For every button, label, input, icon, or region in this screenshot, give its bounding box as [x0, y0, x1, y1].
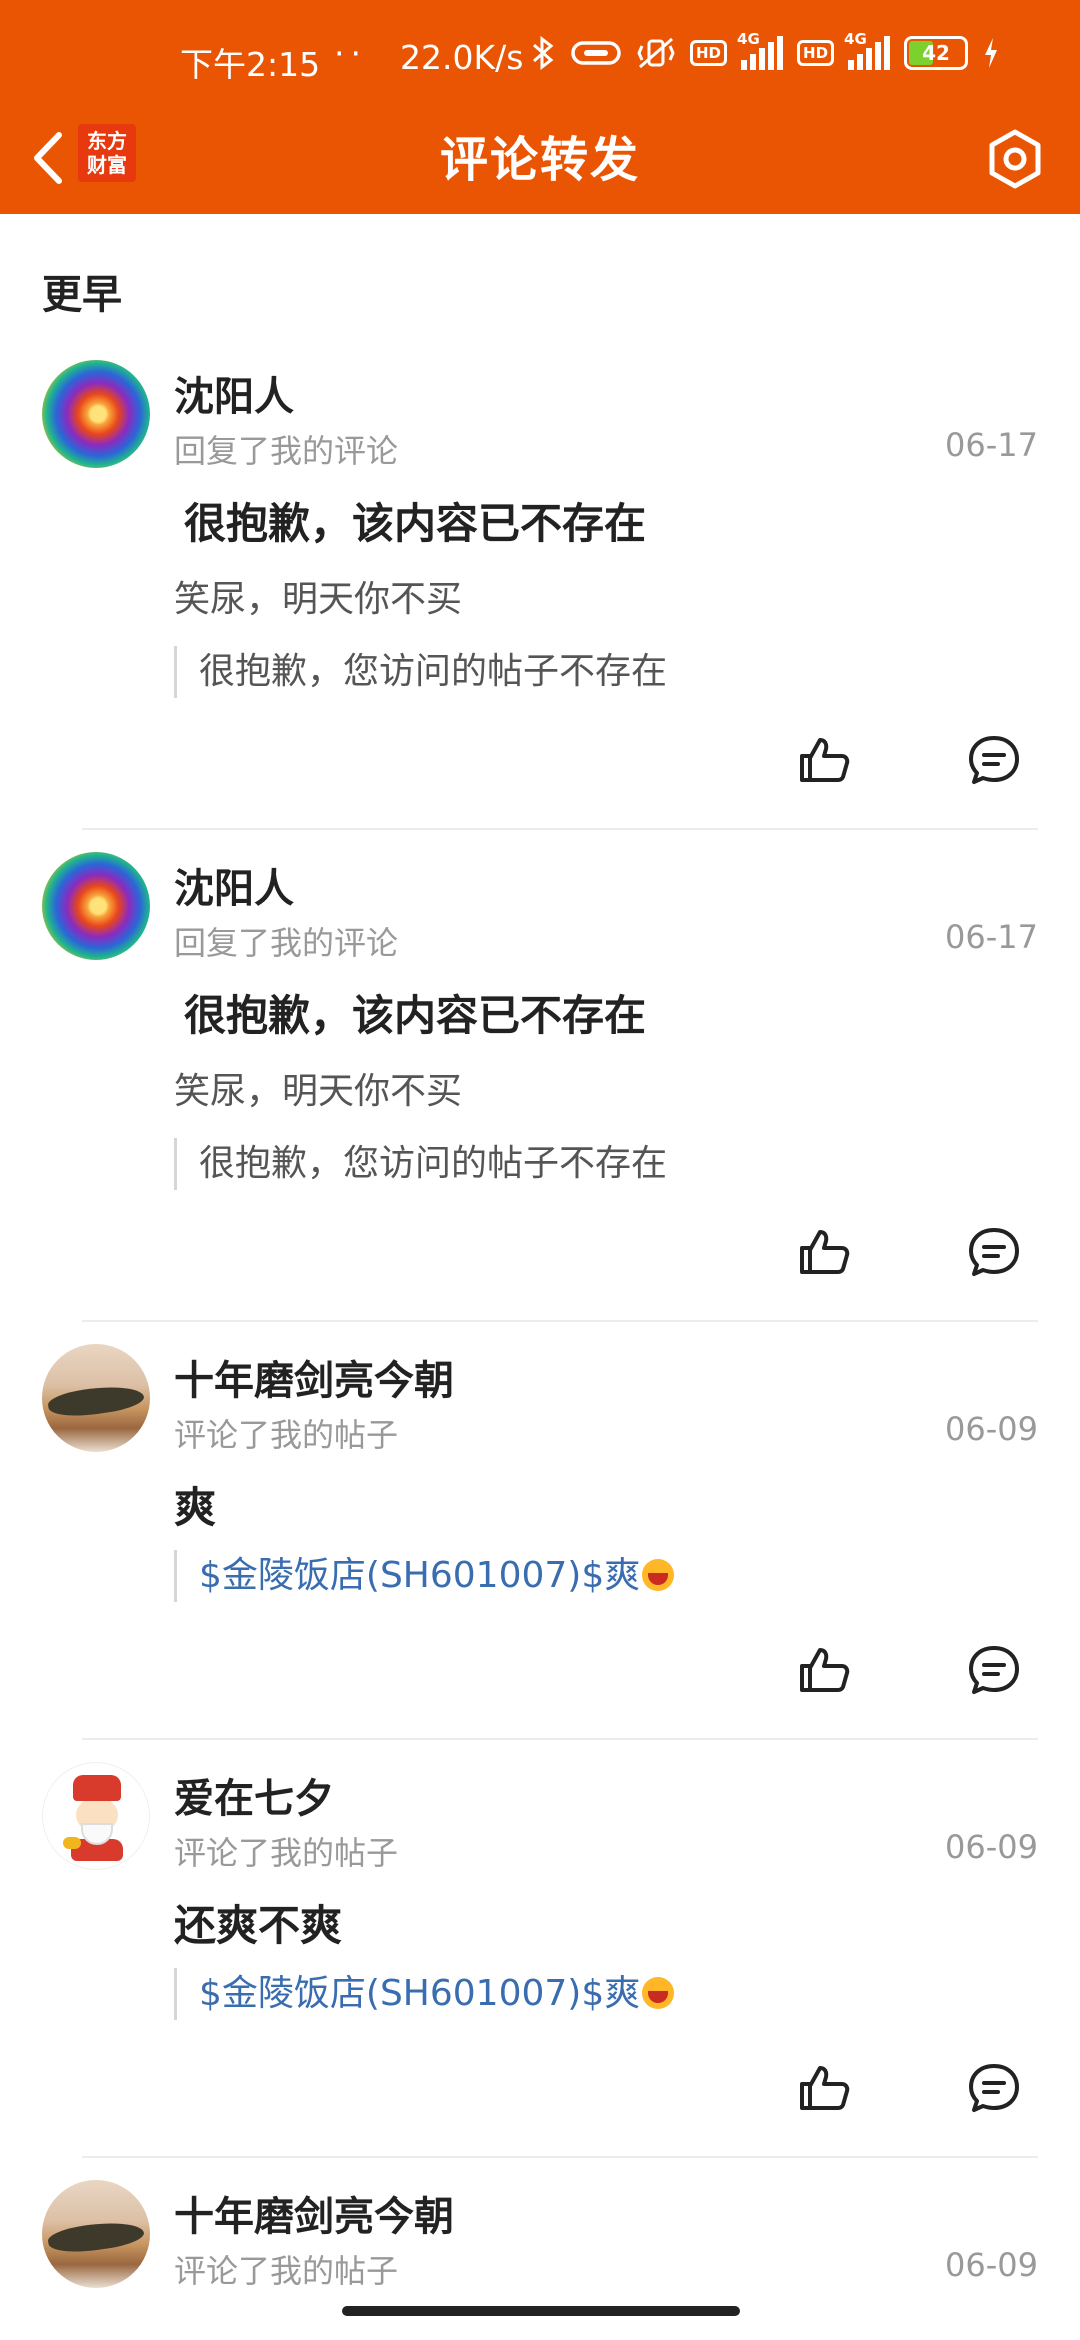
notification-item[interactable]: 十年磨剑亮今朝 评论了我的帖子 06-09 爽 $金陵饭店(SH601007)$… [0, 1344, 1080, 1744]
divider [82, 1738, 1038, 1740]
username[interactable]: 十年磨剑亮今朝 [174, 2184, 454, 2242]
vibrate-off-icon [636, 36, 676, 70]
comment-text: 爽 [174, 1483, 217, 1532]
quoted-post-link[interactable]: $金陵饭店(SH601007)$爽 [174, 1968, 675, 2020]
home-indicator[interactable] [342, 2306, 740, 2316]
like-button[interactable] [794, 1640, 854, 1700]
settings-button[interactable] [980, 124, 1050, 194]
date: 06-17 [945, 426, 1038, 464]
signal-icon: 4G [737, 30, 784, 70]
date: 06-09 [945, 1828, 1038, 1866]
like-button[interactable] [794, 2058, 854, 2118]
app-logo[interactable]: 东方 财富 [78, 124, 136, 182]
comment-button[interactable] [964, 1222, 1024, 1282]
quoted-post[interactable]: 很抱歉，您访问的帖子不存在 [174, 1138, 667, 1190]
section-title: 更早 [42, 272, 122, 318]
username[interactable]: 十年磨剑亮今朝 [174, 1348, 454, 1406]
speech-bubble-icon [969, 2064, 1019, 2112]
top-bar: 下午2:15 ·· 22.0K/s HD 4G HD 4G 42 东方 财富 评… [0, 0, 1080, 214]
network-speed: 22.0K/s [400, 38, 524, 77]
hd-badge: HD [690, 40, 728, 66]
like-button[interactable] [794, 1222, 854, 1282]
divider [82, 1320, 1038, 1322]
avatar[interactable] [42, 852, 150, 960]
grin-emoji-icon [642, 1977, 675, 2009]
status-icons: HD 4G HD 4G 42 [530, 30, 1000, 70]
action-text: 回复了我的评论 [174, 924, 399, 962]
action-text: 评论了我的帖子 [174, 1834, 399, 1872]
comment-button[interactable] [964, 2058, 1024, 2118]
speech-bubble-icon [969, 1646, 1019, 1694]
notification-item[interactable]: 爱在七夕 评论了我的帖子 06-09 还爽不爽 $金陵饭店(SH601007)$… [0, 1762, 1080, 2162]
speech-bubble-icon [969, 1228, 1019, 1276]
date: 06-17 [945, 918, 1038, 956]
comment-text: 还爽不爽 [174, 1901, 343, 1950]
notification-item[interactable]: 沈阳人 回复了我的评论 06-17 很抱歉，该内容已不存在 笑尿，明天你不买 很… [0, 852, 1080, 1322]
thumbs-up-icon [800, 1230, 850, 1274]
comment-headline: 很抱歉，该内容已不存在 [184, 499, 647, 548]
status-dots: ·· [334, 34, 367, 73]
quoted-post-link[interactable]: $金陵饭店(SH601007)$爽 [174, 1550, 675, 1602]
grin-emoji-icon [642, 1559, 675, 1591]
username[interactable]: 爱在七夕 [174, 1766, 334, 1824]
quoted-post[interactable]: 很抱歉，您访问的帖子不存在 [174, 646, 667, 698]
notification-item[interactable]: 沈阳人 回复了我的评论 06-17 很抱歉，该内容已不存在 笑尿，明天你不买 很… [0, 360, 1080, 830]
avatar[interactable] [42, 2180, 150, 2288]
date: 06-09 [945, 1410, 1038, 1448]
link-icon [570, 39, 622, 67]
thumbs-up-icon [800, 1648, 850, 1692]
battery-icon: 42 [904, 36, 969, 70]
comment-button[interactable] [964, 730, 1024, 790]
reply-text: 笑尿，明天你不买 [174, 579, 463, 620]
date: 06-09 [945, 2246, 1038, 2284]
avatar[interactable] [42, 360, 150, 468]
avatar[interactable] [42, 1344, 150, 1452]
hd-badge-2: HD [797, 40, 835, 66]
gear-icon [989, 129, 1041, 189]
nav-bar: 东方 财富 评论转发 [0, 110, 1080, 210]
signal-icon-2: 4G [844, 30, 891, 70]
bluetooth-icon [530, 36, 556, 70]
action-text: 回复了我的评论 [174, 432, 399, 470]
charging-icon [982, 36, 1000, 70]
action-text: 评论了我的帖子 [174, 2252, 399, 2290]
reply-text: 笑尿，明天你不买 [174, 1071, 463, 1112]
comment-headline: 很抱歉，该内容已不存在 [184, 991, 647, 1040]
page-title: 评论转发 [439, 132, 640, 188]
avatar[interactable] [42, 1762, 150, 1870]
status-time: 下午2:15 [180, 45, 321, 84]
status-bar: 下午2:15 ·· 22.0K/s HD 4G HD 4G 42 [0, 30, 1080, 92]
thumbs-up-icon [800, 2066, 850, 2110]
divider [82, 828, 1038, 830]
comment-button[interactable] [964, 1640, 1024, 1700]
action-text: 评论了我的帖子 [174, 1416, 399, 1454]
divider [82, 2156, 1038, 2158]
thumbs-up-icon [800, 738, 850, 782]
back-button[interactable] [18, 118, 78, 198]
username[interactable]: 沈阳人 [174, 364, 294, 422]
username[interactable]: 沈阳人 [174, 856, 294, 914]
like-button[interactable] [794, 730, 854, 790]
speech-bubble-icon [969, 736, 1019, 784]
chevron-left-icon [34, 132, 62, 184]
